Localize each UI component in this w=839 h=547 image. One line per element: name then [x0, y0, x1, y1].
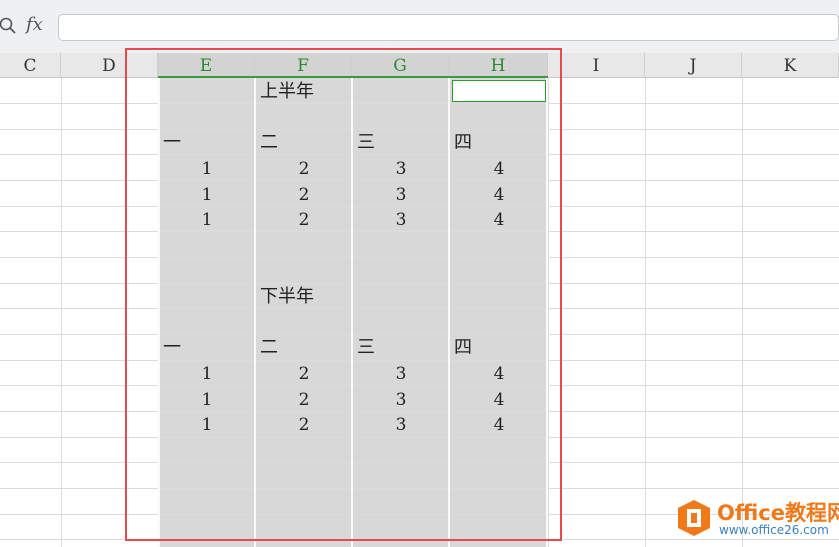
column-header-i[interactable]: I	[548, 53, 645, 78]
formula-input[interactable]	[58, 14, 839, 41]
formula-bar: fx	[0, 0, 839, 53]
gridline	[645, 78, 646, 547]
watermark-url: www.office26.com	[719, 523, 829, 537]
gridline	[61, 78, 62, 547]
highlight-frame	[125, 48, 562, 541]
column-header-k[interactable]: K	[742, 53, 839, 78]
column-header-j[interactable]: J	[645, 53, 742, 78]
column-header-c[interactable]: C	[0, 53, 61, 78]
watermark: Office教程网 www.office26.com	[675, 495, 839, 547]
office-logo-icon	[678, 500, 710, 536]
gridline	[742, 78, 743, 547]
fx-label[interactable]: fx	[26, 14, 43, 35]
zoom-icon[interactable]	[0, 17, 18, 35]
